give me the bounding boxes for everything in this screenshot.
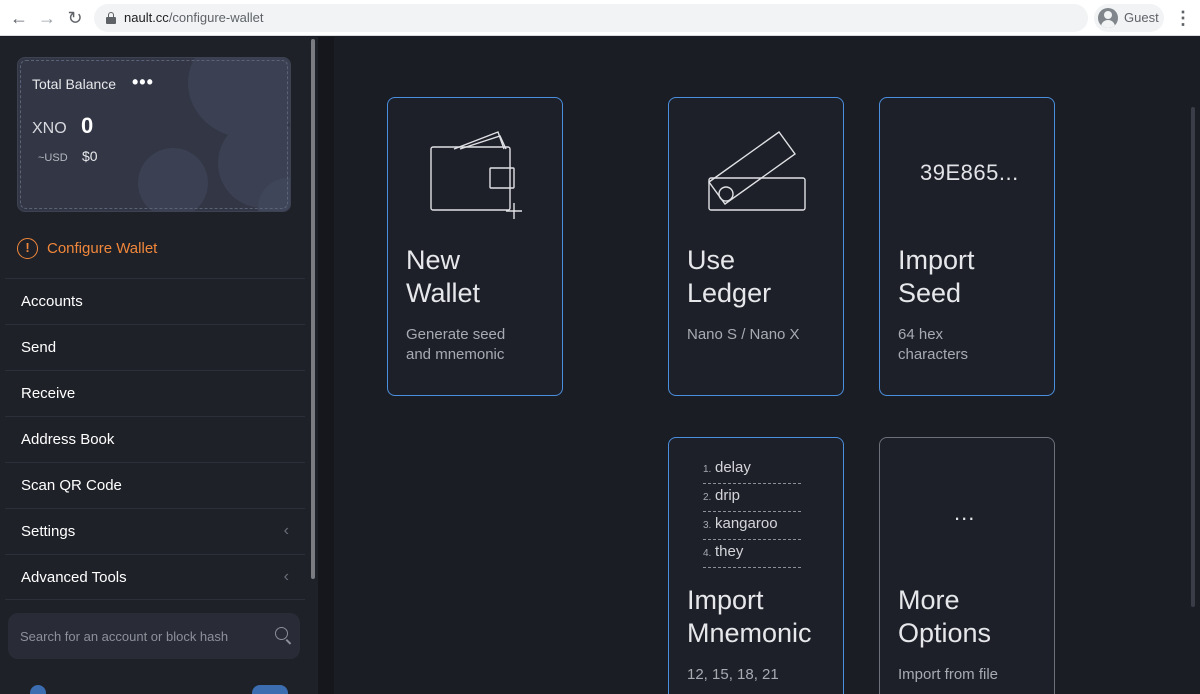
card-title: Ledger: [687, 278, 772, 308]
avatar-icon: [1098, 8, 1118, 28]
sidebar-item-accounts[interactable]: Accounts: [5, 278, 305, 324]
card-title: Mnemonic: [687, 618, 812, 648]
sidebar-scrollbar[interactable]: [310, 37, 316, 582]
card-title: Seed: [898, 278, 962, 308]
card-description: 12, 15, 18, 21: [687, 666, 779, 683]
word-number: 1.: [703, 464, 712, 475]
lock-icon: [106, 12, 116, 24]
reload-icon[interactable]: ↻: [64, 7, 86, 29]
card-description: characters: [898, 346, 969, 363]
card-description: Generate seed: [406, 326, 506, 343]
balance-card: Total Balance ••• XNO 0 ~USD $0: [17, 57, 291, 212]
card-description: Nano S / Nano X: [687, 326, 800, 343]
profile-button[interactable]: Guest: [1094, 4, 1164, 32]
word-text: they: [715, 543, 744, 560]
configure-wallet-label: Configure Wallet: [47, 240, 158, 257]
new-wallet-card[interactable]: New Wallet Generate seed and mnemonic: [387, 97, 563, 396]
word-text: delay: [715, 459, 751, 476]
configure-wallet-panel: New Wallet Generate seed and mnemonic Us…: [334, 37, 1200, 694]
main-scrollbar[interactable]: [1186, 37, 1200, 694]
ledger-device-icon: [708, 131, 806, 211]
mnemonic-word: 3. kangaroo: [703, 512, 801, 540]
seed-preview: 39E865...: [920, 160, 1019, 185]
balance-currency: XNO: [32, 120, 67, 137]
mnemonic-word: 2. drip: [703, 484, 801, 512]
fiat-label: ~USD: [38, 152, 68, 164]
sidebar-item-advanced-tools[interactable]: Advanced Tools ‹: [5, 554, 305, 600]
balance-title: Total Balance: [32, 76, 117, 92]
sidebar-item-scan-qr[interactable]: Scan QR Code: [5, 462, 305, 508]
mnemonic-word: 1. delay: [703, 456, 801, 484]
sidebar-menu: Accounts Send Receive Address Book Scan …: [5, 278, 305, 600]
sidebar-item-address-book[interactable]: Address Book: [5, 416, 305, 462]
bottom-button-partial[interactable]: [252, 685, 288, 694]
use-ledger-card[interactable]: Use Ledger Nano S / Nano X: [668, 97, 844, 396]
chevron-left-icon: ‹: [283, 522, 289, 539]
balance-menu-icon[interactable]: •••: [132, 72, 154, 93]
url-text: nault.cc/configure-wallet: [124, 10, 264, 25]
card-description: and mnemonic: [406, 346, 505, 363]
sidebar-item-label: Receive: [21, 385, 76, 402]
import-seed-card[interactable]: 39E865... Import Seed 64 hex characters: [879, 97, 1055, 396]
panel-divider: [318, 37, 334, 694]
card-title: More: [898, 585, 960, 615]
scrollbar-thumb[interactable]: [311, 39, 315, 579]
search-input[interactable]: [20, 626, 260, 646]
import-mnemonic-card[interactable]: 1. delay 2. drip 3. kangaroo 4. they Import …: [668, 437, 844, 694]
word-number: 3.: [703, 520, 712, 531]
sidebar-item-send[interactable]: Send: [5, 324, 305, 370]
card-title: Import: [687, 585, 764, 615]
balance-amount: 0: [81, 113, 94, 138]
sidebar-item-label: Address Book: [21, 431, 115, 448]
card-title: Use: [687, 245, 736, 275]
more-options-icon: ...: [954, 500, 976, 525]
fiat-amount: $0: [82, 148, 98, 164]
sidebar-item-settings[interactable]: Settings ‹: [5, 508, 305, 554]
card-description: 64 hex: [898, 326, 944, 343]
word-text: kangaroo: [715, 515, 778, 532]
word-number: 4.: [703, 548, 712, 559]
sidebar-item-receive[interactable]: Receive: [5, 370, 305, 416]
more-options-card[interactable]: ... More Options Import from file: [879, 437, 1055, 694]
address-bar[interactable]: nault.cc/configure-wallet: [94, 4, 1088, 32]
card-description: Import from file: [898, 666, 999, 683]
profile-label: Guest: [1124, 10, 1159, 25]
sidebar-item-label: Settings: [21, 523, 76, 540]
chevron-left-icon: ‹: [283, 568, 289, 585]
sidebar-item-label: Advanced Tools: [21, 569, 127, 586]
back-arrow-icon[interactable]: ←: [8, 7, 30, 29]
wallet-add-icon: [430, 131, 522, 219]
mnemonic-word: 4. they: [703, 540, 801, 568]
more-menu-icon[interactable]: ⋮: [1174, 8, 1192, 28]
word-text: drip: [715, 487, 741, 504]
card-title: Wallet: [406, 278, 481, 308]
search-box: [8, 613, 300, 659]
word-number: 2.: [703, 492, 712, 503]
bottom-button-partial[interactable]: [30, 685, 46, 694]
sidebar-item-label: Send: [21, 339, 57, 356]
sidebar-item-label: Accounts: [21, 293, 83, 310]
card-title: New: [406, 245, 461, 275]
card-title: Options: [898, 618, 992, 648]
sidebar-item-label: Scan QR Code: [21, 477, 122, 494]
browser-toolbar: ← → ↻ nault.cc/configure-wallet Guest ⋮: [0, 0, 1200, 36]
forward-arrow-icon[interactable]: →: [36, 7, 58, 29]
mnemonic-word-list: 1. delay 2. drip 3. kangaroo 4. they: [703, 456, 801, 568]
warning-icon: !: [17, 238, 38, 259]
search-icon[interactable]: [275, 627, 288, 640]
card-title: Import: [898, 245, 975, 275]
scrollbar-thumb[interactable]: [1191, 107, 1195, 607]
sidebar: Total Balance ••• XNO 0 ~USD $0 ! Config…: [0, 37, 318, 694]
